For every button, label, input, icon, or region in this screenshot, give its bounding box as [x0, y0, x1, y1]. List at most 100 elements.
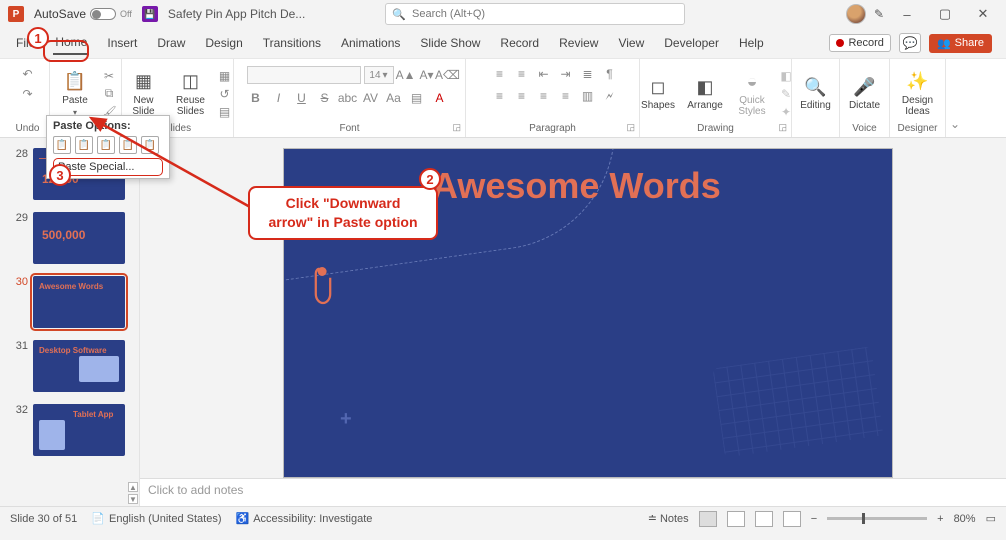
layout-button[interactable]: ▦: [216, 68, 234, 84]
decrease-indent-button[interactable]: ⇤: [535, 66, 553, 82]
reading-view-button[interactable]: [755, 511, 773, 527]
section-button[interactable]: ▤: [216, 104, 234, 120]
tab-review[interactable]: Review: [557, 32, 600, 54]
window-minimize-button[interactable]: –: [892, 4, 922, 24]
clear-format-button[interactable]: A⌫: [439, 67, 457, 83]
highlight-button[interactable]: ▤: [408, 90, 426, 106]
new-slide-button[interactable]: ▦ New Slide: [122, 71, 166, 117]
normal-view-button[interactable]: [699, 511, 717, 527]
font-color-button[interactable]: A: [431, 90, 449, 106]
zoom-in-button[interactable]: +: [937, 513, 943, 525]
shapes-button[interactable]: ◻Shapes: [636, 76, 680, 111]
slideshow-view-button[interactable]: [783, 511, 801, 527]
redo-button[interactable]: ↷: [19, 86, 37, 102]
thumbnail-30[interactable]: 30 Awesome Words: [0, 276, 139, 328]
charspacing-button[interactable]: AV: [362, 90, 380, 106]
notes-pane[interactable]: Click to add notes: [140, 478, 1006, 506]
tab-help[interactable]: Help: [737, 32, 766, 54]
undo-button[interactable]: ↶: [19, 66, 37, 82]
tab-animations[interactable]: Animations: [339, 32, 402, 54]
reset-button[interactable]: ↺: [216, 86, 234, 102]
slide-title-text[interactable]: Awesome Words: [432, 165, 721, 207]
quick-styles-button[interactable]: ◒Quick Styles: [730, 71, 774, 117]
align-justify-button[interactable]: ≡: [557, 88, 575, 104]
paragraph-launcher-icon[interactable]: ◲: [626, 122, 635, 133]
paste-option-1[interactable]: 📋: [53, 136, 71, 154]
paste-option-2[interactable]: 📋: [75, 136, 93, 154]
bold-button[interactable]: B: [247, 90, 265, 106]
tab-design[interactable]: Design: [203, 32, 244, 54]
tab-view[interactable]: View: [616, 32, 646, 54]
shrink-font-button[interactable]: A▾: [418, 67, 436, 83]
window-close-button[interactable]: ✕: [968, 4, 998, 24]
bullets-button[interactable]: ≡: [491, 66, 509, 82]
font-size-value[interactable]: 14: [369, 70, 380, 81]
tab-draw[interactable]: Draw: [155, 32, 187, 54]
scroll-up-icon[interactable]: ▲: [128, 482, 138, 492]
sorter-view-button[interactable]: [727, 511, 745, 527]
user-avatar[interactable]: [846, 4, 866, 24]
autosave-toggle[interactable]: AutoSave Off: [34, 7, 132, 21]
search-input[interactable]: 🔍 Search (Alt+Q): [385, 3, 685, 25]
align-center-button[interactable]: ≡: [513, 88, 531, 104]
tab-transitions[interactable]: Transitions: [261, 32, 323, 54]
ribbon-collapse-button[interactable]: ⌄: [946, 59, 964, 137]
document-title[interactable]: Safety Pin App Pitch De...: [168, 7, 305, 21]
cut-button[interactable]: ✂: [100, 68, 118, 84]
copy-button[interactable]: ⧉: [100, 86, 118, 102]
arrange-button[interactable]: ◧Arrange: [683, 76, 727, 111]
comments-button[interactable]: 💬: [899, 33, 921, 53]
grow-font-button[interactable]: A▲: [397, 67, 415, 83]
italic-button[interactable]: I: [270, 90, 288, 106]
font-size-arrow-icon[interactable]: ▾: [383, 70, 388, 81]
increase-indent-button[interactable]: ⇥: [557, 66, 575, 82]
notes-toggle[interactable]: ≐Notes: [648, 512, 689, 525]
changecase-button[interactable]: Aa: [385, 90, 403, 106]
titlebar-right: ✎ – ▢ ✕: [846, 4, 998, 24]
tab-developer[interactable]: Developer: [662, 32, 721, 54]
window-restore-button[interactable]: ▢: [930, 4, 960, 24]
tab-slideshow[interactable]: Slide Show: [418, 32, 482, 54]
toggle-switch-icon[interactable]: [90, 8, 116, 20]
language-status[interactable]: 📄 English (United States): [91, 512, 221, 525]
tab-insert[interactable]: Insert: [105, 32, 139, 54]
paste-option-4[interactable]: 📋: [119, 136, 137, 154]
dictate-button[interactable]: 🎤Dictate: [843, 76, 887, 111]
accessibility-status[interactable]: ♿ Accessibility: Investigate: [235, 512, 372, 525]
shadow-button[interactable]: abc: [339, 90, 357, 106]
line-spacing-button[interactable]: ≣: [579, 66, 597, 82]
paste-button[interactable]: 📋 Paste ▾: [53, 71, 97, 117]
tab-record[interactable]: Record: [498, 32, 541, 54]
font-launcher-icon[interactable]: ◲: [452, 122, 461, 133]
editing-button[interactable]: 🔍Editing: [794, 76, 838, 111]
design-ideas-button[interactable]: ✨Design Ideas: [896, 71, 940, 117]
tab-home[interactable]: Home: [53, 31, 89, 55]
columns-button[interactable]: ▥: [579, 88, 597, 104]
strike-button[interactable]: S: [316, 90, 334, 106]
drawing-launcher-icon[interactable]: ◲: [778, 122, 787, 133]
reuse-slides-button[interactable]: ◫ Reuse Slides: [169, 71, 213, 117]
thumbnail-32[interactable]: 32 Tablet App: [0, 404, 139, 456]
slide-counter[interactable]: Slide 30 of 51: [10, 513, 77, 525]
zoom-slider[interactable]: [827, 517, 927, 520]
numbering-button[interactable]: ≡: [513, 66, 531, 82]
align-left-button[interactable]: ≡: [491, 88, 509, 104]
thumbnail-31[interactable]: 31 Desktop Software: [0, 340, 139, 392]
thumbnails-scrollbar[interactable]: ▲ ▼: [128, 138, 138, 506]
record-button[interactable]: Record: [829, 34, 890, 52]
paste-option-5[interactable]: 📋: [141, 136, 159, 154]
underline-button[interactable]: U: [293, 90, 311, 106]
slide-thumbnails-panel[interactable]: 28 ——12,500 29 500,000 30 Awesome Words …: [0, 138, 140, 506]
text-direction-button[interactable]: ¶: [601, 66, 619, 82]
save-button[interactable]: 💾: [142, 6, 158, 22]
align-right-button[interactable]: ≡: [535, 88, 553, 104]
fit-to-window-button[interactable]: ▭: [986, 512, 996, 525]
share-button[interactable]: 👥 Share: [929, 34, 992, 53]
smartart-button[interactable]: 🗲: [601, 88, 619, 104]
zoom-value[interactable]: 80%: [954, 513, 976, 525]
paste-option-3[interactable]: 📋: [97, 136, 115, 154]
scroll-down-icon[interactable]: ▼: [128, 494, 138, 504]
ink-pen-icon[interactable]: ✎: [874, 7, 884, 21]
thumbnail-29[interactable]: 29 500,000: [0, 212, 139, 264]
zoom-out-button[interactable]: −: [811, 513, 817, 525]
